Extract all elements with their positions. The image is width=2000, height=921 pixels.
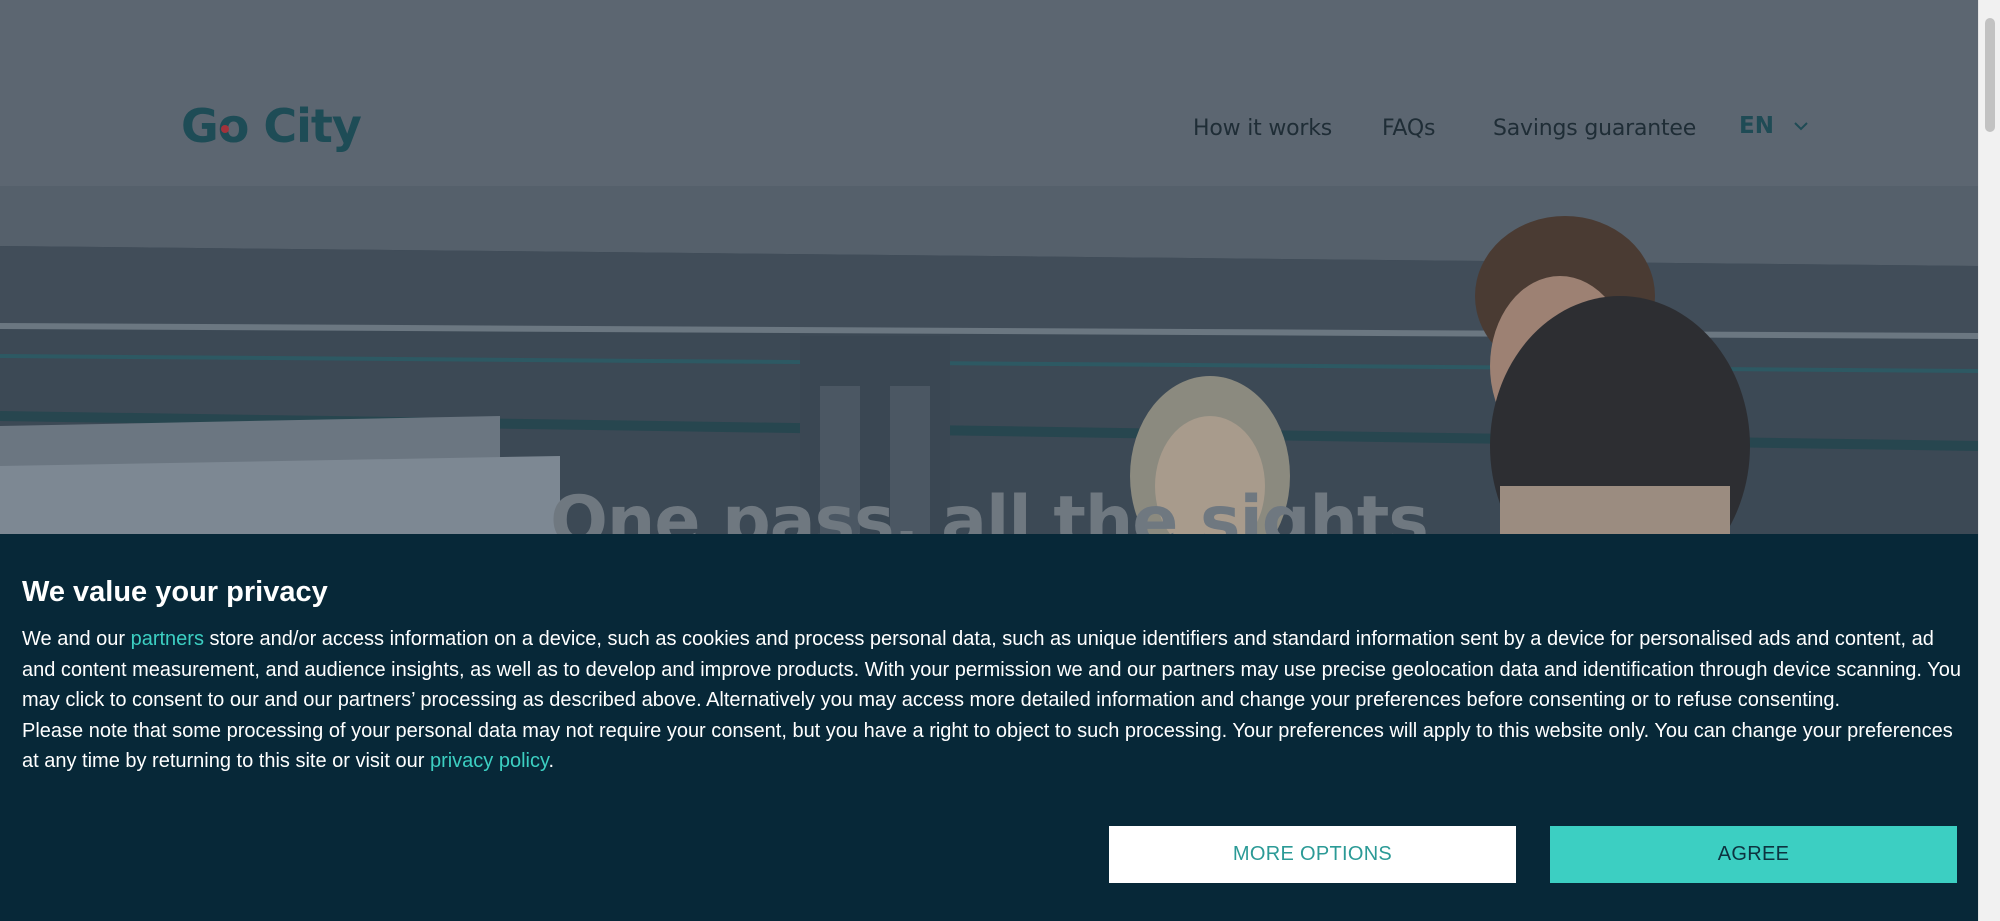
banner-text-1b: store and/or access information on a dev…: [22, 628, 1961, 711]
site-header: Go City How it works FAQs Savings guaran…: [0, 0, 1978, 186]
banner-title: We value your privacy: [22, 576, 328, 608]
go-city-logo[interactable]: Go City: [181, 102, 371, 164]
agree-button[interactable]: AGREE: [1550, 826, 1957, 883]
cookie-consent-banner: We value your privacy We and our partner…: [0, 534, 1978, 921]
banner-description: We and our partners store and/or access …: [22, 624, 1967, 777]
privacy-policy-link[interactable]: privacy policy: [430, 750, 549, 772]
banner-text-1a: We and our: [22, 628, 131, 650]
partners-link[interactable]: partners: [131, 628, 204, 650]
nav-how-it-works[interactable]: How it works: [1193, 116, 1332, 141]
chevron-down-icon: [1794, 122, 1808, 131]
banner-text-2a: Please note that some processing of your…: [22, 719, 1953, 773]
banner-text-2b: .: [548, 750, 555, 772]
more-options-button[interactable]: MORE OPTIONS: [1109, 826, 1516, 883]
nav-savings-guarantee[interactable]: Savings guarantee: [1493, 116, 1696, 141]
language-selector[interactable]: EN: [1739, 113, 1810, 139]
nav-faqs[interactable]: FAQs: [1382, 116, 1435, 141]
scrollbar-thumb[interactable]: [1985, 18, 1995, 132]
language-value: EN: [1739, 113, 1774, 139]
svg-text:Go City: Go City: [181, 102, 362, 153]
page-scrollbar[interactable]: [1978, 0, 2000, 921]
